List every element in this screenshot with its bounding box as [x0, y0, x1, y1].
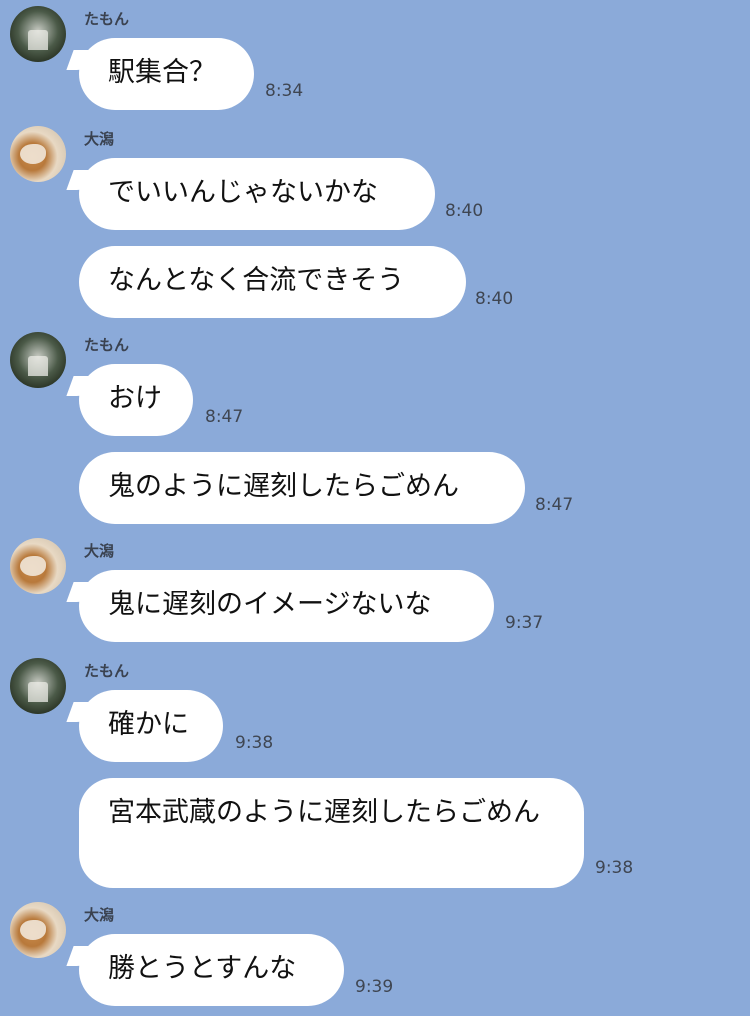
message-text: おけ — [108, 383, 162, 414]
message-bubble[interactable]: なんとなく合流できそう — [79, 246, 466, 318]
sender-name: 大潟 — [84, 130, 115, 148]
message-bubble[interactable]: おけ — [79, 364, 193, 436]
message-bubble[interactable]: 鬼のように遅刻したらごめん — [79, 452, 525, 524]
sender-name: 大潟 — [84, 542, 115, 560]
message-bubble[interactable]: でいいんじゃないかな — [79, 158, 435, 230]
sender-name: たもん — [84, 336, 130, 354]
message-time: 8:34 — [265, 81, 304, 101]
message-text: 勝とうとすんな — [108, 953, 297, 984]
message-bubble[interactable]: 確かに — [79, 690, 223, 762]
message-text: 宮本武蔵のように遅刻したらごめん — [108, 797, 540, 828]
message-time: 8:47 — [205, 407, 244, 427]
message-text: 鬼のように遅刻したらごめん — [108, 471, 459, 502]
message-text: 鬼に遅刻のイメージないな — [108, 589, 432, 620]
message-bubble[interactable]: 宮本武蔵のように遅刻したらごめん — [79, 778, 584, 888]
sender-name: たもん — [84, 662, 130, 680]
avatar-ogata[interactable] — [10, 538, 66, 594]
message-time: 8:40 — [445, 201, 484, 221]
message-text: でいいんじゃないかな — [108, 177, 378, 208]
message-time: 9:38 — [595, 858, 634, 878]
message-text: 駅集合？ — [108, 57, 216, 88]
avatar-tamon[interactable] — [10, 6, 66, 62]
message-bubble[interactable]: 鬼に遅刻のイメージないな — [79, 570, 494, 642]
message-text: なんとなく合流できそう — [108, 265, 405, 296]
sender-name: たもん — [84, 10, 130, 28]
message-time: 9:37 — [505, 613, 544, 633]
message-time: 9:39 — [355, 977, 394, 997]
message-time: 8:47 — [535, 495, 574, 515]
message-bubble[interactable]: 勝とうとすんな — [79, 934, 344, 1006]
sender-name: 大潟 — [84, 906, 115, 924]
message-time: 9:38 — [235, 733, 274, 753]
avatar-ogata[interactable] — [10, 126, 66, 182]
message-bubble[interactable]: 駅集合？ — [79, 38, 254, 110]
message-text: 確かに — [108, 709, 189, 740]
message-time: 8:40 — [475, 289, 514, 309]
avatar-tamon[interactable] — [10, 658, 66, 714]
avatar-tamon[interactable] — [10, 332, 66, 388]
avatar-ogata[interactable] — [10, 902, 66, 958]
chat-log: たもん 駅集合？ 8:34 大潟 でいいんじゃないかな 8:40 なんとなく合流… — [0, 0, 750, 1016]
